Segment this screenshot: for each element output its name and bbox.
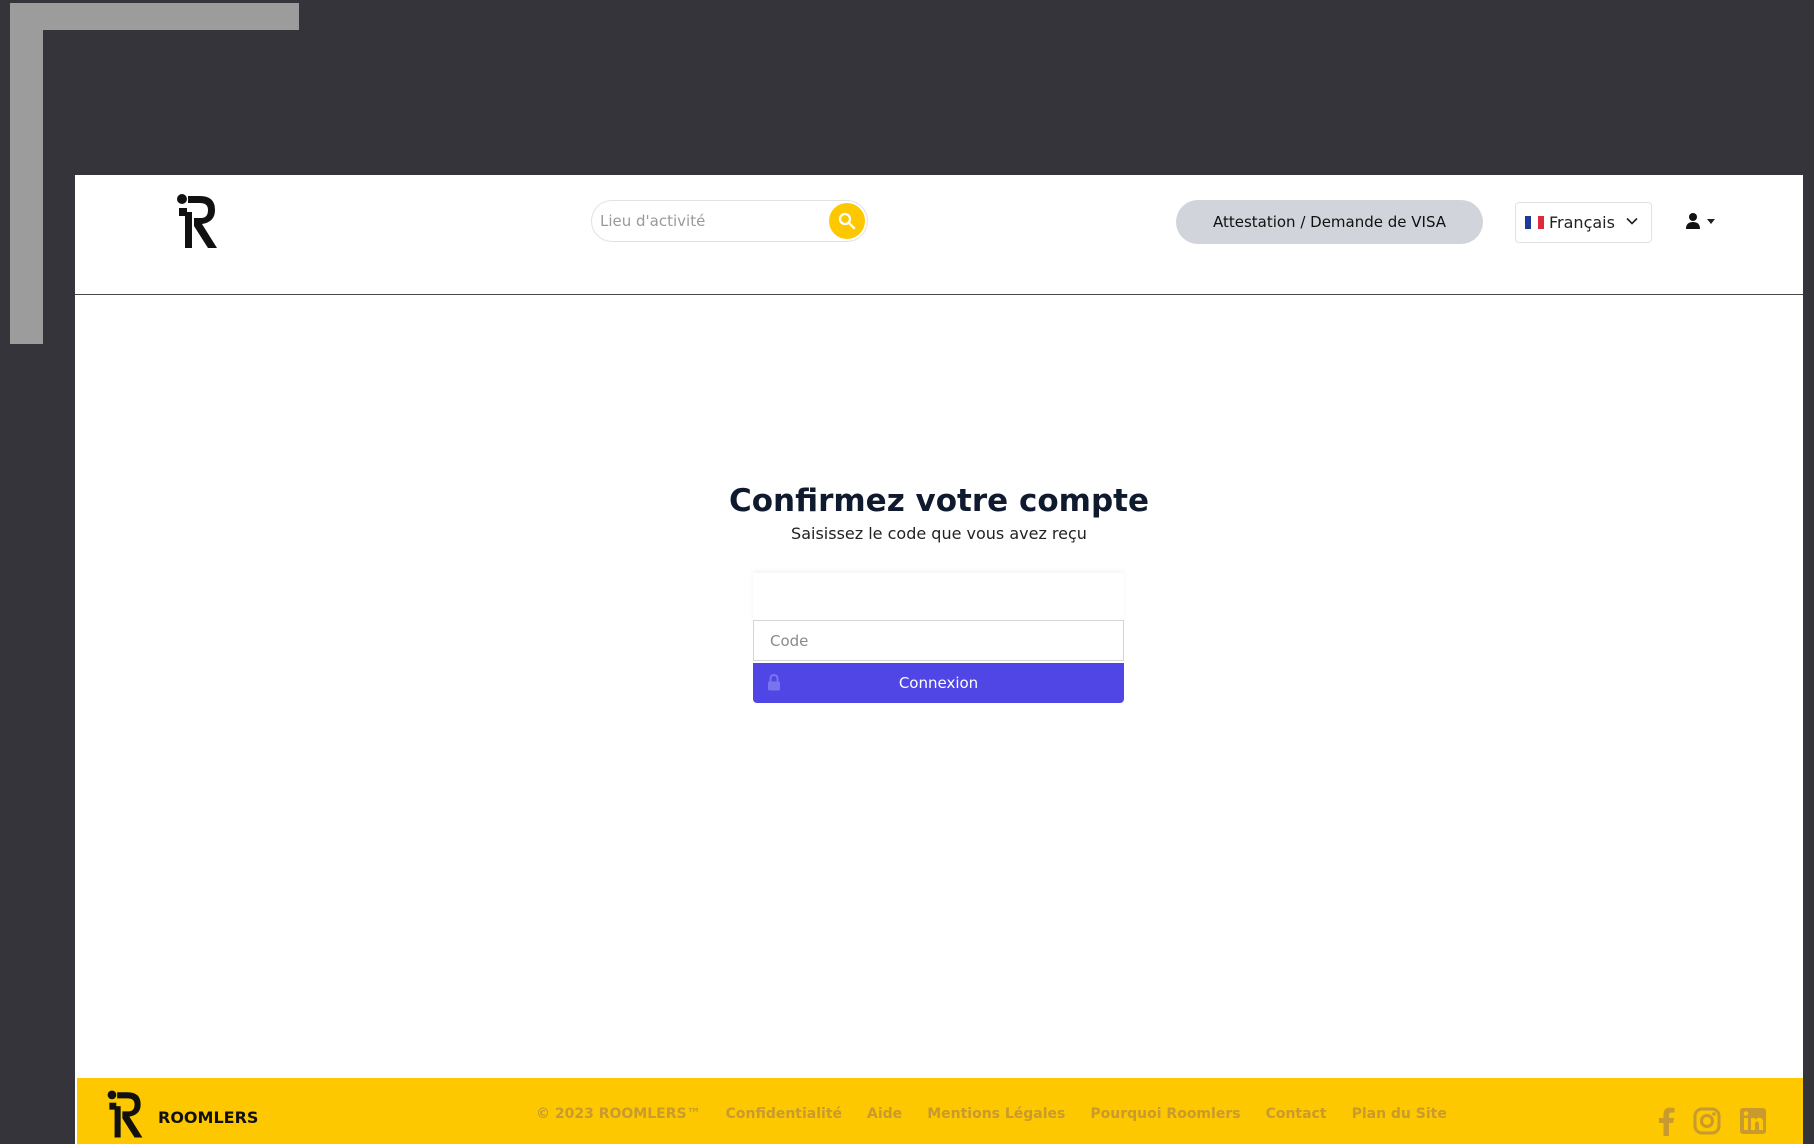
footer: ROOMLERS © 2023 ROOMLERS™ Confidentialit… <box>77 1078 1803 1144</box>
footer-link-why-roomlers[interactable]: Pourquoi Roomlers <box>1090 1106 1240 1122</box>
chevron-down-icon <box>1626 217 1638 225</box>
footer-links: © 2023 ROOMLERS™ Confidentialité Aide Me… <box>536 1106 1447 1122</box>
visa-request-button[interactable]: Attestation / Demande de VISA <box>1176 200 1483 244</box>
roomlers-logo[interactable] <box>174 191 220 251</box>
search-input[interactable] <box>600 201 820 241</box>
code-input[interactable] <box>753 620 1124 661</box>
footer-link-privacy[interactable]: Confidentialité <box>726 1106 842 1122</box>
caret-down-icon <box>1707 218 1715 224</box>
user-icon <box>1686 213 1700 229</box>
instagram-icon[interactable] <box>1693 1107 1721 1135</box>
browser-window: Attestation / Demande de VISA Français C… <box>75 175 1803 1144</box>
footer-link-help[interactable]: Aide <box>867 1106 902 1122</box>
linkedin-icon[interactable] <box>1739 1107 1767 1135</box>
social-links <box>1657 1106 1767 1136</box>
footer-link-sitemap[interactable]: Plan du Site <box>1352 1106 1447 1122</box>
french-flag-icon <box>1525 216 1544 229</box>
language-label: Français <box>1549 213 1615 232</box>
language-select[interactable]: Français <box>1515 202 1652 243</box>
footer-logo[interactable] <box>105 1086 145 1142</box>
page-title: Confirmez votre compte <box>729 483 1149 519</box>
search-button[interactable] <box>829 203 865 239</box>
footer-link-legal[interactable]: Mentions Légales <box>927 1106 1065 1122</box>
footer-copyright: © 2023 ROOMLERS™ <box>536 1106 701 1122</box>
search-icon <box>838 212 856 230</box>
footer-brand: ROOMLERS <box>158 1108 259 1127</box>
navbar: Attestation / Demande de VISA Français <box>75 175 1803 295</box>
footer-link-contact[interactable]: Contact <box>1266 1106 1327 1122</box>
form-card <box>753 573 1124 625</box>
facebook-icon[interactable] <box>1657 1106 1675 1136</box>
connexion-button[interactable]: Connexion <box>753 663 1124 703</box>
user-menu[interactable] <box>1685 210 1721 232</box>
page-subtitle: Saisissez le code que vous avez reçu <box>791 524 1087 543</box>
connexion-label: Connexion <box>898 674 979 692</box>
search-bar <box>591 200 868 242</box>
lock-icon <box>768 674 780 691</box>
